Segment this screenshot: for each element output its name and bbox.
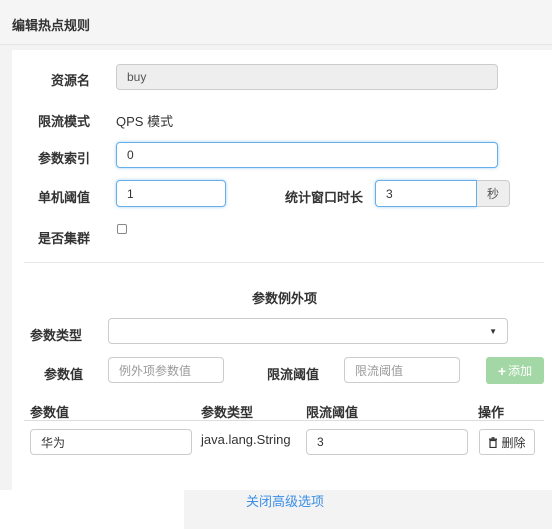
cluster-checkbox[interactable]: [117, 224, 127, 234]
limit-threshold-input[interactable]: 限流阈值: [344, 357, 460, 383]
resource-name-input[interactable]: buy: [116, 64, 498, 90]
table-header-param-value: 参数值: [30, 405, 70, 420]
param-index-input[interactable]: 0: [116, 142, 498, 168]
limit-threshold-label: 限流阈值: [267, 367, 320, 382]
param-value-placeholder: 例外项参数值: [119, 363, 192, 378]
row-param-value-input[interactable]: 华为: [30, 429, 192, 455]
modal-title: 编辑热点规则: [12, 18, 91, 33]
delete-row-button[interactable]: 删除: [479, 429, 535, 455]
threshold-input[interactable]: 1: [116, 180, 226, 207]
row-limit-input[interactable]: 3: [306, 429, 468, 455]
window-duration-value: 3: [386, 186, 393, 201]
window-unit-addon: 秒: [477, 180, 510, 207]
window-duration-input[interactable]: 3: [375, 180, 477, 207]
close-advanced-options-link[interactable]: 关闭高级选项: [246, 491, 324, 510]
modal-footer-area: [184, 490, 552, 529]
param-index-value: 0: [127, 148, 134, 162]
modal-header: 编辑热点规则: [0, 0, 552, 45]
table-header-action: 操作: [478, 405, 505, 420]
threshold-label: 单机阈值: [38, 190, 91, 205]
param-value-label: 参数值: [44, 367, 84, 382]
window-unit-text: 秒: [486, 187, 499, 201]
flow-mode-label: 限流模式: [38, 114, 91, 129]
resource-name-label: 资源名: [51, 73, 91, 88]
modal-body-footer-left: [0, 490, 184, 529]
add-exception-label: 添加: [508, 364, 533, 378]
window-duration-label: 统计窗口时长: [285, 190, 364, 205]
row-param-value: 华为: [41, 435, 66, 450]
caret-down-icon: ▼: [489, 326, 497, 336]
param-index-label: 参数索引: [38, 151, 91, 166]
delete-row-label: 删除: [501, 435, 526, 450]
row-limit-value: 3: [317, 435, 324, 449]
limit-threshold-placeholder: 限流阈值: [355, 363, 404, 378]
table-header-limit: 限流阈值: [306, 405, 359, 420]
param-exceptions-title: 参数例外项: [252, 291, 318, 306]
param-value-input[interactable]: 例外项参数值: [108, 357, 224, 383]
resource-name-value: buy: [127, 70, 147, 84]
add-exception-button[interactable]: + 添加: [486, 357, 544, 384]
threshold-value: 1: [127, 186, 134, 201]
table-header-param-type: 参数类型: [201, 405, 254, 420]
param-type-label: 参数类型: [30, 328, 83, 343]
row-param-type: java.lang.String: [201, 432, 291, 447]
flow-mode-value: QPS 模式: [116, 114, 174, 129]
cluster-label: 是否集群: [38, 231, 91, 246]
trash-icon: [489, 436, 498, 448]
param-type-select[interactable]: ▼: [108, 318, 508, 344]
plus-icon: +: [497, 362, 507, 379]
section-divider: [24, 262, 544, 263]
